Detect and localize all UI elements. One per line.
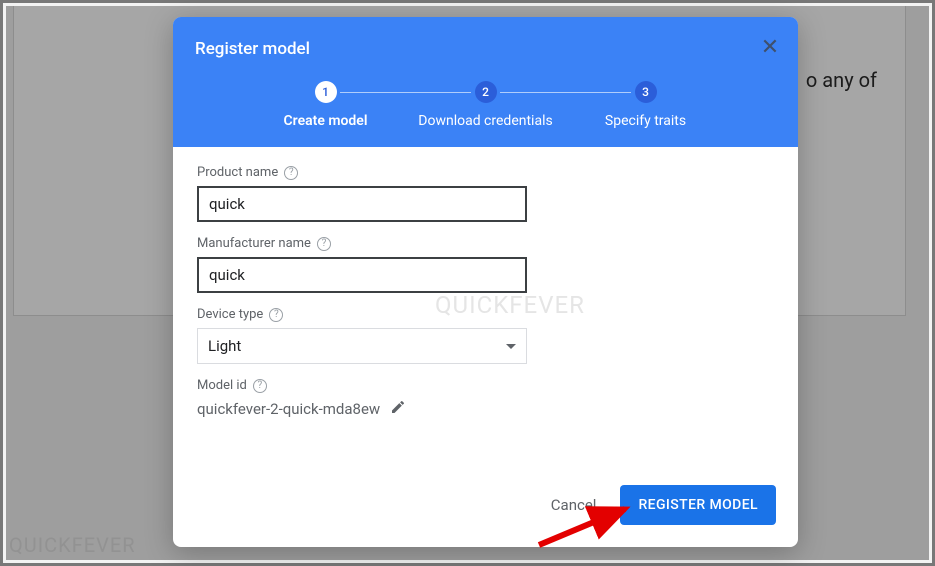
pencil-icon: [390, 399, 406, 415]
step-label: Specify traits: [605, 113, 686, 129]
step-number: 2: [475, 81, 497, 103]
manufacturer-name-field-group: Manufacturer name ?: [197, 236, 774, 293]
device-type-field-group: Device type ? Light: [197, 307, 774, 364]
step-connector: [340, 92, 471, 93]
help-icon[interactable]: ?: [269, 308, 283, 322]
step-number: 1: [315, 81, 337, 103]
label-text: Model id: [197, 378, 247, 393]
edit-model-id-button[interactable]: [390, 399, 406, 419]
manufacturer-name-input[interactable]: [197, 257, 527, 293]
step-connector: [500, 92, 631, 93]
dialog-header: Register model ✕ 1 Create model 2 Downlo…: [173, 17, 798, 147]
dialog-body: Product name ? Manufacturer name ? Devic…: [173, 147, 798, 443]
help-icon[interactable]: ?: [284, 166, 298, 180]
label-text: Product name: [197, 165, 278, 180]
model-id-label: Model id ?: [197, 378, 774, 393]
help-icon[interactable]: ?: [317, 237, 331, 251]
step-number: 3: [635, 81, 657, 103]
dialog-footer: Cancel REGISTER MODEL: [551, 485, 776, 525]
chevron-down-icon: [506, 344, 516, 349]
stepper: 1 Create model 2 Download credentials 3 …: [195, 81, 776, 129]
device-type-select[interactable]: Light: [197, 328, 527, 364]
close-button[interactable]: ✕: [756, 33, 784, 61]
register-model-dialog: Register model ✕ 1 Create model 2 Downlo…: [173, 17, 798, 547]
manufacturer-name-label: Manufacturer name ?: [197, 236, 774, 251]
label-text: Device type: [197, 307, 263, 322]
step-specify-traits[interactable]: 3 Specify traits: [566, 81, 726, 129]
help-icon[interactable]: ?: [253, 379, 267, 393]
cancel-button[interactable]: Cancel: [551, 496, 597, 514]
select-value: Light: [208, 337, 241, 355]
model-id-field-group: Model id ? quickfever-2-quick-mda8ew: [197, 378, 774, 419]
register-model-button[interactable]: REGISTER MODEL: [620, 485, 776, 525]
dialog-title: Register model: [195, 39, 776, 59]
model-id-value: quickfever-2-quick-mda8ew: [197, 400, 380, 418]
step-label: Create model: [284, 113, 368, 129]
label-text: Manufacturer name: [197, 236, 311, 251]
app-stage: o any of QUICKFEVER Register model ✕ 1 C…: [0, 0, 935, 566]
product-name-input[interactable]: [197, 186, 527, 222]
step-label: Download credentials: [418, 113, 552, 129]
product-name-field-group: Product name ?: [197, 165, 774, 222]
close-icon: ✕: [761, 35, 779, 60]
step-create-model[interactable]: 1 Create model: [246, 81, 406, 129]
product-name-label: Product name ?: [197, 165, 774, 180]
step-download-credentials[interactable]: 2 Download credentials: [406, 81, 566, 129]
device-type-label: Device type ?: [197, 307, 774, 322]
